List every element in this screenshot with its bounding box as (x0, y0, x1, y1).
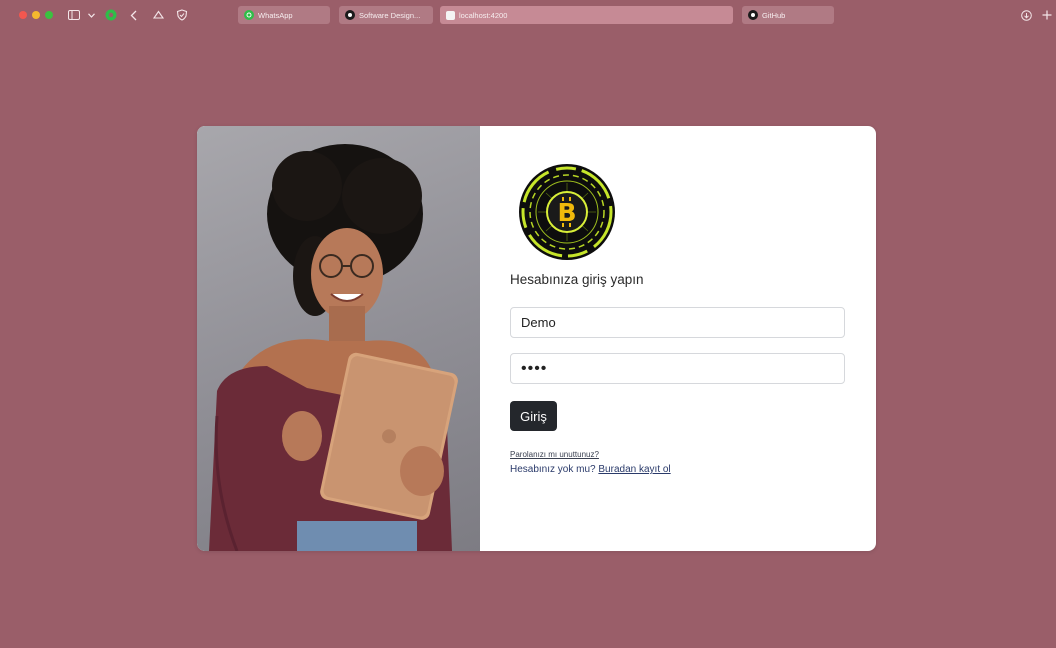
browser-toolbar: WhatsApp Software Design... localhost:42… (0, 0, 1056, 30)
github-icon (748, 10, 758, 20)
login-form: B Hesabınıza giriş yapın Giriş Parolanız… (480, 126, 876, 551)
forgot-password-link[interactable]: Parolanızı mı unuttunuz? (510, 450, 599, 459)
register-link[interactable]: Buradan kayıt ol (598, 464, 670, 475)
tab-label: localhost:4200 (459, 10, 508, 20)
tab-label: WhatsApp (258, 10, 293, 20)
tab-label: GitHub (762, 10, 786, 20)
tab-localhost[interactable]: localhost:4200 (440, 6, 733, 24)
password-input[interactable] (510, 353, 845, 384)
github-icon (345, 10, 355, 20)
hero-image (197, 126, 480, 551)
login-card: B Hesabınıza giriş yapın Giriş Parolanız… (197, 126, 876, 551)
download-icon[interactable] (1020, 7, 1033, 23)
window-controls (19, 11, 53, 19)
register-prompt: Hesabınız yok mu? Buradan kayıt ol (510, 464, 671, 475)
no-account-text: Hesabınız yok mu? (510, 464, 596, 475)
svg-text:B: B (557, 198, 576, 227)
extension-icon[interactable] (104, 7, 118, 23)
localhost-favicon (446, 10, 455, 20)
minimize-window-button[interactable] (32, 11, 40, 19)
woman-with-tablet-illustration (209, 144, 458, 551)
login-heading: Hesabınıza giriş yapın (510, 272, 644, 287)
login-submit-button[interactable]: Giriş (510, 401, 557, 431)
sidebar-icon[interactable] (67, 7, 81, 23)
tab-label: Software Design... (359, 10, 421, 20)
cloud-icon[interactable] (151, 7, 165, 23)
tab-whatsapp[interactable]: WhatsApp (238, 6, 330, 24)
new-tab-icon[interactable] (1041, 7, 1053, 23)
tab-github[interactable]: GitHub (742, 6, 834, 24)
back-icon[interactable] (128, 7, 138, 23)
tab-software-design[interactable]: Software Design... (339, 6, 433, 24)
bitcoin-logo: B (519, 164, 615, 260)
shield-icon[interactable] (175, 7, 189, 23)
zoom-window-button[interactable] (45, 11, 53, 19)
close-window-button[interactable] (19, 11, 27, 19)
chevron-down-icon[interactable] (86, 7, 96, 23)
whatsapp-icon (244, 10, 254, 20)
username-input[interactable] (510, 307, 845, 338)
